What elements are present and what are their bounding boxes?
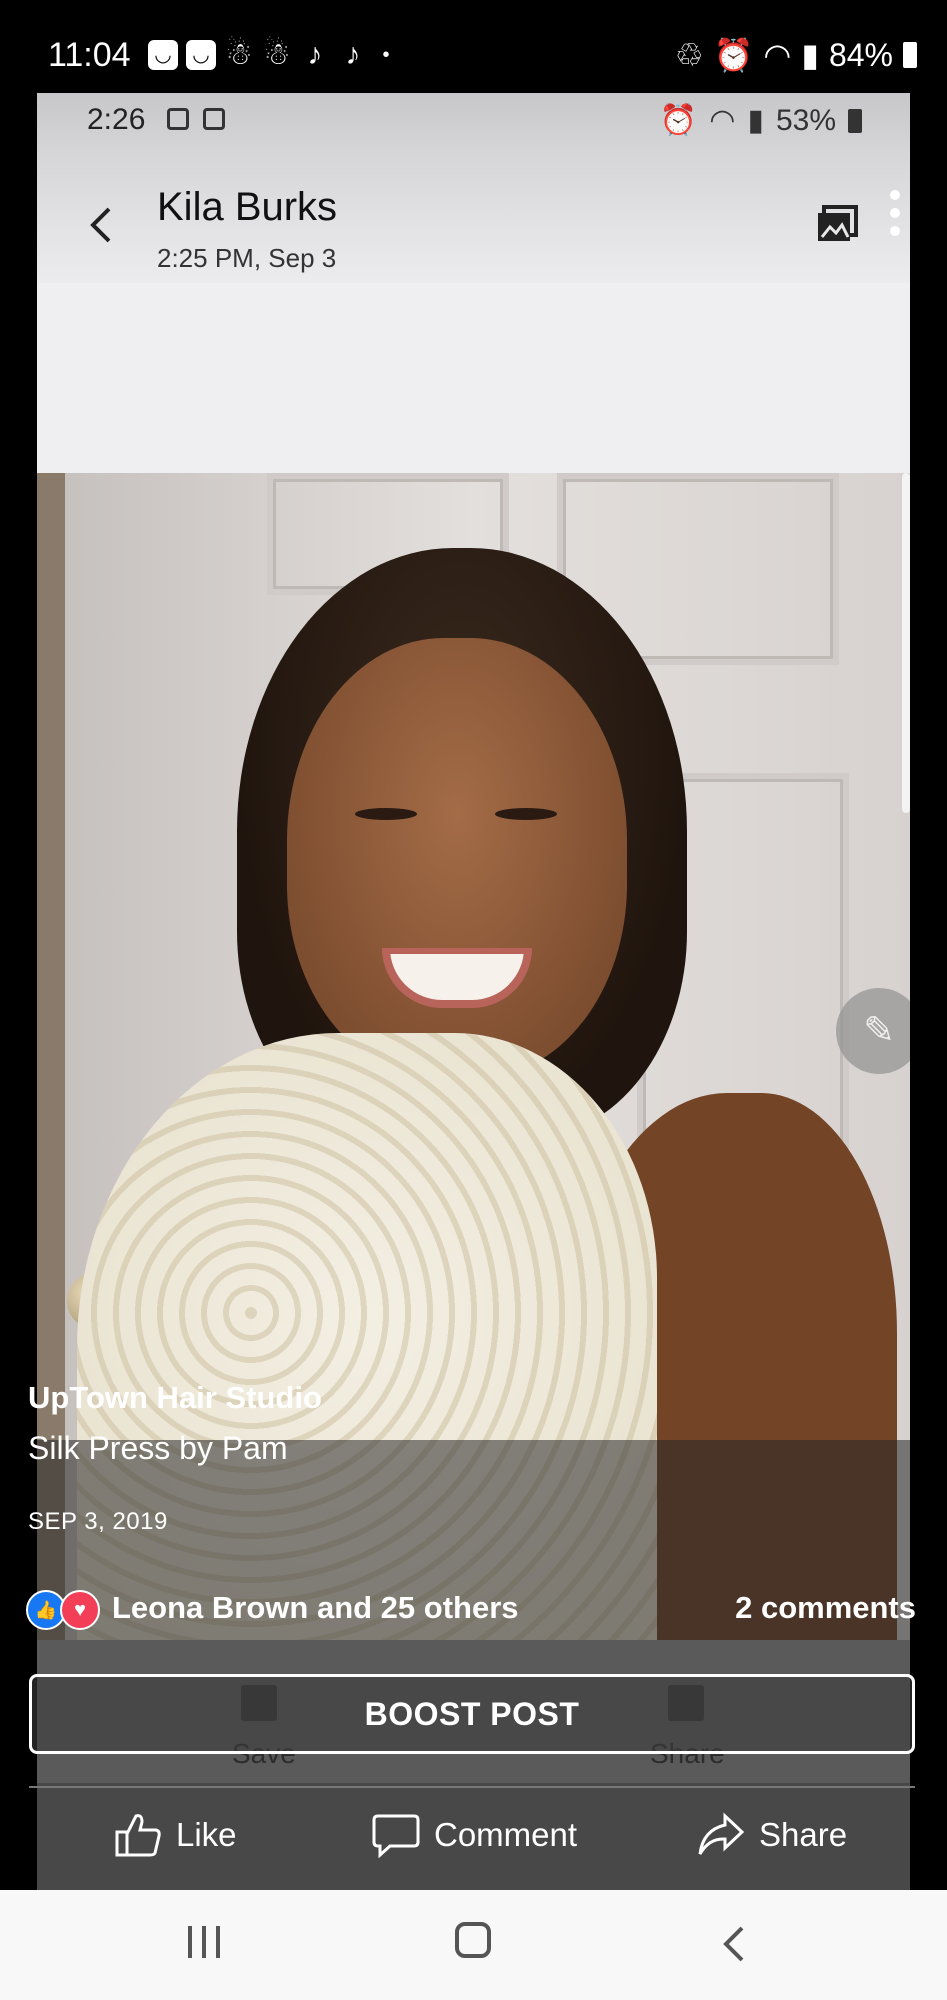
more-notifications-dot-icon: • xyxy=(382,44,390,66)
back-arrow-icon[interactable] xyxy=(87,205,117,245)
back-icon[interactable] xyxy=(722,1924,746,1964)
battery-icon xyxy=(848,108,862,133)
camera-icon xyxy=(167,108,189,130)
wifi-icon: ◠ xyxy=(763,37,792,73)
eye xyxy=(495,808,557,820)
tiktok-icon: ♪ xyxy=(307,38,323,71)
image-icon xyxy=(203,108,225,130)
like-button[interactable]: Like xyxy=(114,1812,237,1858)
comment-button[interactable]: Comment xyxy=(372,1812,577,1858)
scrollbar[interactable] xyxy=(902,473,910,813)
outer-clock: 11:04 xyxy=(48,36,131,74)
more-options-icon[interactable] xyxy=(890,190,902,236)
inner-system-icons: ⏰ ◠ ▮ 53% xyxy=(660,103,862,138)
love-reaction-icon: ♥ xyxy=(60,1590,100,1630)
comment-bubble-icon xyxy=(372,1814,420,1858)
inner-notification-icons xyxy=(167,108,225,130)
eye xyxy=(355,808,417,820)
boost-post-button[interactable]: BOOST POST xyxy=(29,1674,915,1754)
reaction-icons[interactable]: 👍 ♥ xyxy=(26,1590,100,1630)
navigation-bar xyxy=(0,1890,947,2000)
alarm-icon: ⏰ xyxy=(713,37,754,73)
outer-system-icons: ♲ ⏰ ◠ ▮ 84% xyxy=(675,36,917,74)
face xyxy=(287,638,627,1078)
battery-icon xyxy=(903,42,917,68)
comments-count[interactable]: 2 comments xyxy=(735,1590,916,1626)
tiktok-icon: ♪ xyxy=(345,38,361,71)
divider xyxy=(29,1786,915,1788)
comment-label: Comment xyxy=(434,1816,578,1853)
message-header: Kila Burks 2:25 PM, Sep 3 xyxy=(37,155,910,283)
image-top-padding xyxy=(37,283,910,473)
post-description: Silk Press by Pam xyxy=(28,1430,288,1466)
shopping-bag-icon: ◡ xyxy=(148,40,178,70)
inner-clock: 2:26 xyxy=(87,103,146,136)
shopping-bag-icon: ◡ xyxy=(186,40,216,70)
signal-icon: ▮ xyxy=(801,37,819,73)
reactors-summary[interactable]: Leona Brown and 25 others xyxy=(112,1590,519,1626)
recycle-icon: ♲ xyxy=(674,37,704,73)
battery-percent: 84% xyxy=(828,36,893,73)
share-arrow-icon xyxy=(698,1812,745,1855)
share-button[interactable]: Share xyxy=(697,1812,847,1858)
alarm-icon: ⏰ xyxy=(659,104,698,137)
home-icon[interactable] xyxy=(455,1922,491,1958)
inner-battery-percent: 53% xyxy=(775,103,836,137)
page-name[interactable]: UpTown Hair Studio xyxy=(28,1380,322,1416)
thumbs-up-icon xyxy=(115,1814,161,1857)
gallery-icon[interactable] xyxy=(816,205,858,243)
signal-icon: ▮ xyxy=(747,104,764,137)
like-label: Like xyxy=(176,1816,237,1853)
post-date: SEP 3, 2019 xyxy=(28,1508,168,1535)
sender-name: Kila Burks xyxy=(157,185,338,229)
snapchat-icon: ☃ xyxy=(263,38,291,71)
share-label: Share xyxy=(759,1816,848,1853)
recent-apps-icon[interactable] xyxy=(188,1926,220,1958)
outer-notification-icons: ◡ ◡ ☃ ☃ ♪ ♪ • xyxy=(148,40,396,70)
snapchat-icon: ☃ xyxy=(225,38,253,71)
wifi-icon: ◠ xyxy=(709,104,736,137)
inner-status-bar: 2:26 ⏰ ◠ ▮ 53% xyxy=(37,93,910,155)
outer-status-bar: 11:04 ◡ ◡ ☃ ☃ ♪ ♪ • ♲ ⏰ ◠ ▮ 84% xyxy=(0,0,947,93)
sent-date: 2:25 PM, Sep 3 xyxy=(157,243,337,273)
